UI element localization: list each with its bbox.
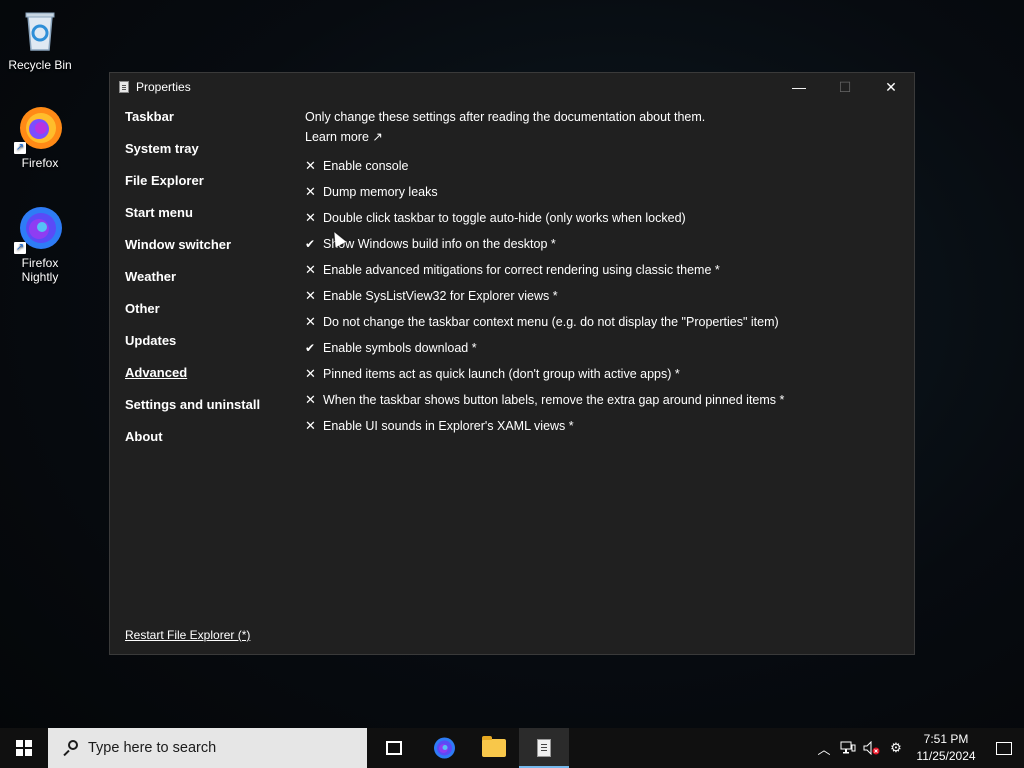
volume-muted-icon[interactable]	[860, 728, 884, 768]
minimize-button[interactable]: —	[776, 73, 822, 101]
desktop-icon-firefox[interactable]: ↗ Firefox	[0, 104, 80, 170]
properties-app-icon	[537, 739, 551, 757]
taskbar-clock[interactable]: 7:51 PM 11/25/2024	[908, 731, 984, 765]
option-syslistview32[interactable]: ✕ Enable SysListView32 for Explorer views…	[305, 283, 905, 309]
option-enable-console[interactable]: ✕ Enable console	[305, 153, 905, 179]
option-taskbar-context-menu[interactable]: ✕ Do not change the taskbar context menu …	[305, 309, 905, 335]
sidebar-item-other[interactable]: Other	[125, 301, 260, 333]
firefox-nightly-icon	[434, 737, 455, 759]
clock-time: 7:51 PM	[923, 732, 969, 746]
sidebar-item-about[interactable]: About	[125, 429, 260, 461]
window-controls: — ☐ ✕	[776, 73, 914, 101]
network-icon[interactable]	[836, 728, 860, 768]
desktop-icon-label: Firefox Nightly	[21, 256, 59, 284]
start-button[interactable]	[0, 728, 48, 768]
sidebar-item-start-menu[interactable]: Start menu	[125, 205, 260, 237]
recycle-bin-icon	[16, 6, 64, 54]
unchecked-x-icon: ✕	[305, 314, 316, 329]
properties-window: Properties — ☐ ✕ Taskbar System tray Fil…	[109, 72, 915, 655]
option-dump-memory-leaks[interactable]: ✕ Dump memory leaks	[305, 179, 905, 205]
option-label: Enable symbols download *	[323, 341, 477, 355]
taskbar: Type here to search ︿ ⚙ 7:51 PM 11/25/20…	[0, 728, 1024, 768]
unchecked-x-icon: ✕	[305, 184, 316, 199]
sidebar: Taskbar System tray File Explorer Start …	[125, 109, 260, 461]
windows-logo-icon	[16, 740, 32, 756]
option-label: Enable UI sounds in Explorer's XAML view…	[323, 419, 574, 433]
desktop-icon-recycle-bin[interactable]: Recycle Bin	[0, 6, 80, 72]
desktop-icon-label: Recycle Bin	[8, 58, 72, 72]
action-center-button[interactable]	[984, 728, 1024, 768]
option-pinned-quick-launch[interactable]: ✕ Pinned items act as quick launch (don't…	[305, 361, 905, 387]
sidebar-item-file-explorer[interactable]: File Explorer	[125, 173, 260, 205]
desktop-icon-label: Firefox	[21, 156, 59, 170]
option-label: Dump memory leaks	[323, 185, 438, 199]
desktop-icon-firefox-nightly[interactable]: ↗ Firefox Nightly	[0, 204, 80, 284]
clock-date: 11/25/2024	[916, 749, 976, 763]
unchecked-x-icon: ✕	[305, 418, 316, 433]
settings-gear-icon[interactable]: ⚙	[884, 728, 908, 768]
properties-app-icon	[119, 81, 129, 93]
task-view-button[interactable]	[369, 728, 419, 768]
checkmark-icon: ✔	[305, 237, 316, 251]
option-label: Pinned items act as quick launch (don't …	[323, 367, 680, 381]
system-tray: ︿ ⚙ 7:51 PM 11/25/2024	[812, 728, 1024, 768]
sidebar-item-system-tray[interactable]: System tray	[125, 141, 260, 173]
unchecked-x-icon: ✕	[305, 366, 316, 381]
shortcut-arrow-icon: ↗	[14, 242, 26, 254]
firefox-icon: ↗	[14, 104, 64, 154]
unchecked-x-icon: ✕	[305, 392, 316, 407]
options-list: ✕ Enable console ✕ Dump memory leaks ✕ Doub…	[305, 153, 905, 439]
option-show-build-info[interactable]: ✔ Show Windows build info on the desktop …	[305, 231, 905, 257]
option-label: Double click taskbar to toggle auto-hide…	[323, 211, 686, 225]
search-placeholder: Type here to search	[88, 740, 217, 756]
sidebar-item-advanced[interactable]: Advanced	[125, 365, 260, 397]
checkmark-icon: ✔	[305, 341, 316, 355]
close-button[interactable]: ✕	[868, 73, 914, 101]
window-title: Properties	[136, 80, 191, 94]
taskbar-properties[interactable]	[519, 728, 569, 768]
learn-more-link[interactable]: Learn more ↗	[305, 127, 905, 147]
sidebar-item-window-switcher[interactable]: Window switcher	[125, 237, 260, 269]
chevron-up-icon[interactable]: ︿	[812, 728, 836, 768]
option-ui-sounds-xaml[interactable]: ✕ Enable UI sounds in Explorer's XAML vie…	[305, 413, 905, 439]
taskbar-search-box[interactable]: Type here to search	[48, 728, 367, 768]
option-label: Enable SysListView32 for Explorer views …	[323, 289, 558, 303]
unchecked-x-icon: ✕	[305, 262, 316, 277]
folder-icon	[482, 736, 506, 757]
firefox-nightly-icon: ↗	[14, 204, 64, 254]
sidebar-item-taskbar[interactable]: Taskbar	[125, 109, 260, 141]
option-label: Enable console	[323, 159, 409, 173]
option-advanced-mitigations[interactable]: ✕ Enable advanced mitigations for correct…	[305, 257, 905, 283]
unchecked-x-icon: ✕	[305, 288, 316, 303]
option-label: Do not change the taskbar context menu (…	[323, 315, 779, 329]
unchecked-x-icon: ✕	[305, 210, 316, 225]
maximize-button[interactable]: ☐	[822, 73, 868, 101]
sidebar-item-weather[interactable]: Weather	[125, 269, 260, 301]
sidebar-item-settings-and-uninstall[interactable]: Settings and uninstall	[125, 397, 260, 429]
option-symbols-download[interactable]: ✔ Enable symbols download *	[305, 335, 905, 361]
taskbar-file-explorer[interactable]	[469, 728, 519, 768]
option-remove-pinned-gap[interactable]: ✕ When the taskbar shows button labels, r…	[305, 387, 905, 413]
shortcut-arrow-icon: ↗	[14, 142, 26, 154]
option-label: Enable advanced mitigations for correct …	[323, 263, 720, 277]
search-icon	[62, 740, 78, 756]
unchecked-x-icon: ✕	[305, 158, 316, 173]
taskbar-firefox-nightly[interactable]	[419, 728, 469, 768]
restart-file-explorer-link[interactable]: Restart File Explorer (*)	[125, 628, 250, 642]
settings-content: Only change these settings after reading…	[305, 107, 905, 439]
sidebar-item-updates[interactable]: Updates	[125, 333, 260, 365]
notification-icon	[996, 741, 1012, 755]
task-view-icon	[386, 741, 402, 755]
option-label: Show Windows build info on the desktop *	[323, 237, 556, 251]
option-double-click-auto-hide[interactable]: ✕ Double click taskbar to toggle auto-hid…	[305, 205, 905, 231]
documentation-notice: Only change these settings after reading…	[305, 110, 706, 124]
title-bar[interactable]: Properties — ☐ ✕	[110, 73, 914, 101]
option-label: When the taskbar shows button labels, re…	[323, 393, 785, 407]
